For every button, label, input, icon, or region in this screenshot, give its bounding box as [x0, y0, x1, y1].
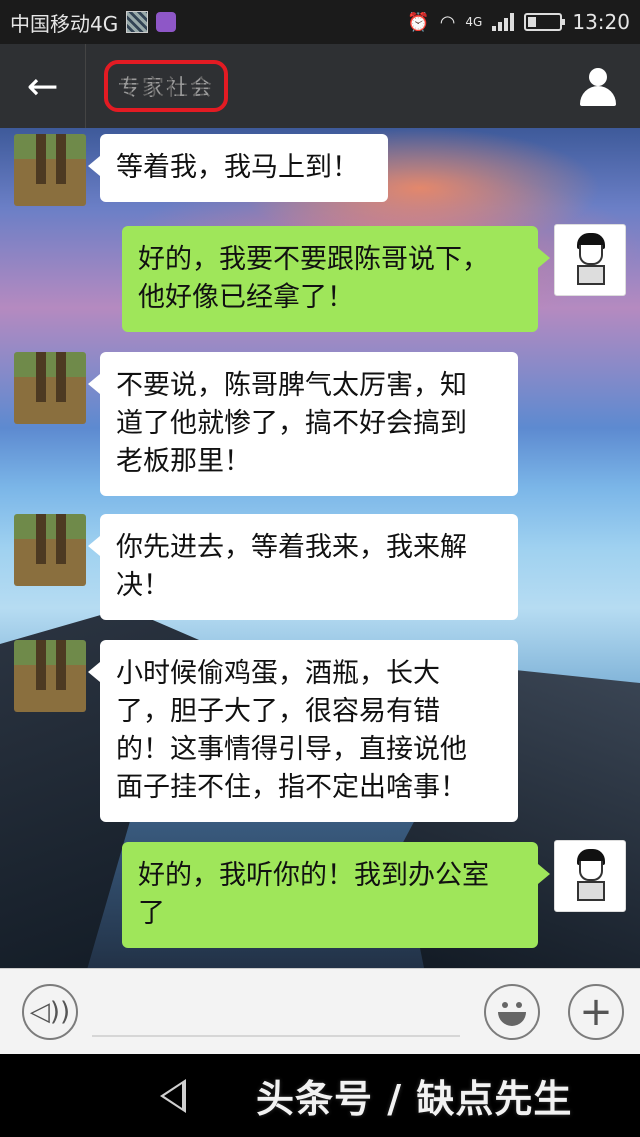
status-bar: 中国移动4G ⏰ ◠ 4G 13:20 [0, 0, 640, 44]
message-bubble-sent[interactable]: 好的，我听你的！我到办公室 了 [122, 842, 550, 948]
contact-avatar[interactable] [14, 514, 86, 586]
message-bubble-received[interactable]: 小时候偷鸡蛋，酒瓶，长大 了，胆子大了，很容易有错 的！这事情得引导，直接说他 … [88, 640, 518, 822]
time-label: 13:20 [572, 10, 630, 34]
person-icon[interactable] [578, 66, 618, 106]
contact-avatar[interactable] [14, 134, 86, 206]
message-input[interactable] [92, 987, 460, 1037]
wifi-icon: ◠ [439, 11, 456, 33]
message-bubble-received[interactable]: 你先进去，等着我来，我来解 决！ [88, 514, 518, 620]
emoji-icon[interactable] [484, 983, 540, 1040]
battery-icon [524, 13, 566, 31]
alarm-icon: ⏰ [407, 11, 430, 33]
network-label: 4G [465, 15, 483, 29]
chat-area[interactable]: 等着我，我马上到！ 好的，我要不要跟陈哥说下， 他好像已经拿了！ 不要说，陈哥脾… [0, 128, 640, 968]
carrier-label: 中国移动4G [10, 11, 119, 36]
chat-header: ← 专家社会 [0, 44, 640, 128]
message-bubble-sent[interactable]: 好的，我要不要跟陈哥说下， 他好像已经拿了！ [122, 226, 550, 332]
user-avatar[interactable] [554, 840, 626, 912]
contact-avatar[interactable] [14, 640, 86, 712]
arrow-left-icon[interactable]: ← [0, 44, 86, 128]
qr-code-icon [126, 11, 149, 33]
input-bar: ◁)) + [0, 968, 640, 1054]
watermark-text: 头条号 / 缺点先生 [256, 1077, 573, 1121]
signal-icon [492, 13, 515, 31]
system-back-icon[interactable] [160, 1078, 186, 1113]
gallery-icon [156, 12, 177, 32]
contact-avatar[interactable] [14, 352, 86, 424]
system-nav-bar: 头条号 / 缺点先生 [0, 1054, 640, 1137]
user-avatar[interactable] [554, 224, 626, 296]
message-bubble-received[interactable]: 等着我，我马上到！ [88, 134, 388, 202]
voice-icon[interactable]: ◁)) [22, 983, 78, 1040]
message-bubble-received[interactable]: 不要说，陈哥脾气太厉害，知 道了他就惨了，搞不好会搞到 老板那里！ [88, 352, 518, 496]
plus-icon[interactable]: + [568, 983, 624, 1040]
chat-title: 专家社会 [104, 60, 229, 112]
